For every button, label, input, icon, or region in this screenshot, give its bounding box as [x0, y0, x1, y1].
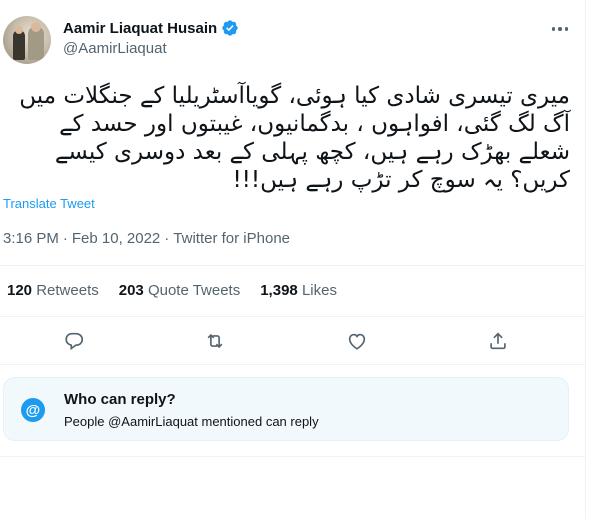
- author-handle[interactable]: @AamirLiaquat: [63, 40, 167, 57]
- share-icon[interactable]: [487, 330, 509, 352]
- avatar-figure: [15, 26, 23, 34]
- who-can-reply-box: @ Who can reply? People @AamirLiaquat me…: [3, 377, 569, 441]
- retweets-stat[interactable]: 120 Retweets: [7, 282, 99, 299]
- who-can-reply-title: Who can reply?: [64, 391, 176, 408]
- tweet-text-line: کریں؟ یہ سوچ کر تڑپ رہے ہیں!!!: [232, 167, 570, 193]
- retweet-icon[interactable]: [204, 330, 226, 352]
- meta-separator: ·: [164, 230, 170, 247]
- reply-icon[interactable]: [63, 330, 85, 352]
- divider: [0, 316, 586, 317]
- tweet-text-line: آگ لگ گئی، افواہوں ، بدگمانیوں، غیبتوں ا…: [59, 111, 570, 137]
- tweet-date[interactable]: Feb 10, 2022: [72, 230, 160, 247]
- tweet-text: میری تیسری شادی کیا ہوئی، گویاآسٹریلیا ک…: [4, 82, 570, 194]
- mention-at-icon: @: [21, 398, 45, 422]
- tweet-source[interactable]: Twitter for iPhone: [173, 230, 290, 247]
- more-options-icon[interactable]: [549, 20, 571, 38]
- avatar-figure: [31, 22, 41, 32]
- tweet-text-line: شعلے بھڑک رہے ہیں، کچھ پہلی کے بعد دوسری…: [54, 139, 570, 165]
- author-name-row[interactable]: Aamir Liaquat Husain: [63, 19, 239, 37]
- tweet-detail-panel: Aamir Liaquat Husain @AamirLiaquat میری …: [0, 0, 586, 519]
- tweet-text-line: میری تیسری شادی کیا ہوئی، گویاآسٹریلیا ک…: [19, 83, 570, 109]
- divider: [0, 456, 586, 457]
- author-name[interactable]: Aamir Liaquat Husain: [63, 20, 217, 37]
- who-can-reply-subtitle: People @AamirLiaquat mentioned can reply: [64, 414, 319, 429]
- likes-stat[interactable]: 1,398 Likes: [260, 282, 337, 299]
- tweet-time[interactable]: 3:16 PM: [3, 230, 59, 247]
- avatar-figure: [13, 30, 25, 60]
- tweet-stats: 120 Retweets 203 Quote Tweets 1,398 Like…: [7, 282, 337, 299]
- meta-separator: ·: [62, 230, 68, 247]
- translate-tweet-link[interactable]: Translate Tweet: [3, 196, 95, 211]
- avatar[interactable]: [3, 16, 51, 64]
- divider: [0, 364, 586, 365]
- divider: [0, 265, 586, 266]
- verified-badge-icon: [222, 20, 238, 36]
- tweet-metadata: 3:16 PM · Feb 10, 2022 · Twitter for iPh…: [3, 230, 290, 247]
- quote-tweets-stat[interactable]: 203 Quote Tweets: [119, 282, 240, 299]
- tweet-actions: [0, 330, 586, 354]
- like-icon[interactable]: [346, 330, 368, 352]
